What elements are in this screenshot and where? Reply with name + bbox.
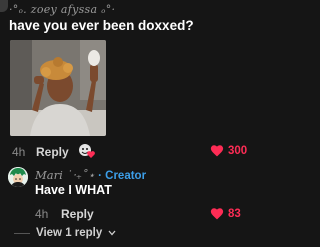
creator-badge: Creator (105, 170, 147, 182)
comment-like-count: 300 (228, 144, 248, 157)
photo-image (10, 40, 106, 136)
comment-reply-button[interactable]: Reply (36, 145, 69, 159)
creator-separator: · (98, 170, 102, 182)
chevron-down-icon (108, 230, 116, 236)
reply-reply-button[interactable]: Reply (61, 207, 94, 221)
reply-avatar[interactable] (8, 167, 28, 187)
comment-photo[interactable] (10, 40, 106, 136)
reply-text: Have I WHAT (35, 183, 112, 197)
heart-icon (210, 145, 224, 157)
comment-text: have you ever been doxxed? (9, 18, 194, 33)
comment-like-button[interactable]: 300 (210, 144, 247, 157)
view-replies-button[interactable]: View 1 reply (14, 227, 116, 239)
comment-time: 4h (12, 145, 26, 159)
reply-time: 4h (35, 207, 49, 221)
commenter-avatar[interactable] (0, 0, 8, 12)
thread-line (14, 232, 30, 234)
heart-icon (210, 208, 224, 220)
reply-username-text: Mari ˙‧₊˚⋆ (35, 168, 95, 182)
view-replies-label: View 1 reply (36, 227, 103, 239)
reply-username[interactable]: Mari ˙‧₊˚⋆ · Creator (35, 168, 146, 182)
reply-like-count: 83 (228, 207, 241, 220)
comment-username[interactable]: ·°ₒ. zoey afyssa ₒ°· (9, 3, 115, 16)
reply-like-button[interactable]: 83 (210, 207, 241, 220)
emoji-reaction-icon[interactable] (78, 142, 96, 160)
